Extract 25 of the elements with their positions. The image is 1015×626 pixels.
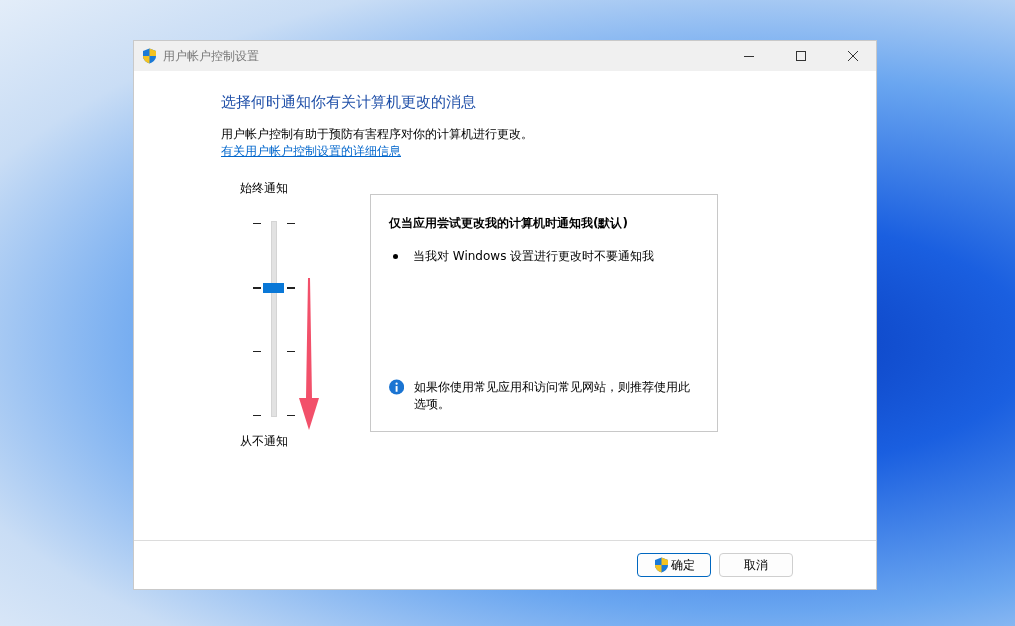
maximize-icon bbox=[796, 51, 806, 61]
info-icon bbox=[389, 379, 405, 395]
slider-top-label: 始终通知 bbox=[240, 180, 288, 197]
minimize-icon bbox=[744, 55, 754, 57]
slider-thumb[interactable] bbox=[263, 283, 284, 293]
window-title: 用户帐户控制设置 bbox=[163, 47, 260, 65]
panel-title: 仅当应用尝试更改我的计算机时通知我(默认) bbox=[389, 215, 629, 232]
tick-mark bbox=[253, 287, 261, 289]
heading: 选择何时通知你有关计算机更改的消息 bbox=[221, 93, 477, 112]
close-icon bbox=[848, 51, 858, 61]
details-link[interactable]: 有关用户帐户控制设置的详细信息 bbox=[221, 143, 401, 160]
shield-icon bbox=[653, 557, 669, 573]
bullet-icon bbox=[393, 254, 398, 259]
tick-mark bbox=[287, 287, 295, 289]
ok-button[interactable]: 确定 bbox=[637, 553, 711, 577]
tick-mark bbox=[287, 415, 295, 416]
description-text: 用户帐户控制有助于预防有害程序对你的计算机进行更改。 bbox=[221, 126, 534, 143]
tick-mark bbox=[287, 223, 295, 224]
shield-icon bbox=[142, 48, 157, 64]
bullet-text: 当我对 Windows 设置进行更改时不要通知我 bbox=[413, 248, 655, 265]
slider-bottom-label: 从不通知 bbox=[240, 433, 288, 450]
tick-mark bbox=[287, 351, 295, 352]
down-arrow-icon bbox=[299, 278, 319, 430]
recommendation-text: 如果你使用常见应用和访问常见网站，则推荐使用此选项。 bbox=[414, 379, 692, 413]
cancel-button[interactable]: 取消 bbox=[719, 553, 793, 577]
